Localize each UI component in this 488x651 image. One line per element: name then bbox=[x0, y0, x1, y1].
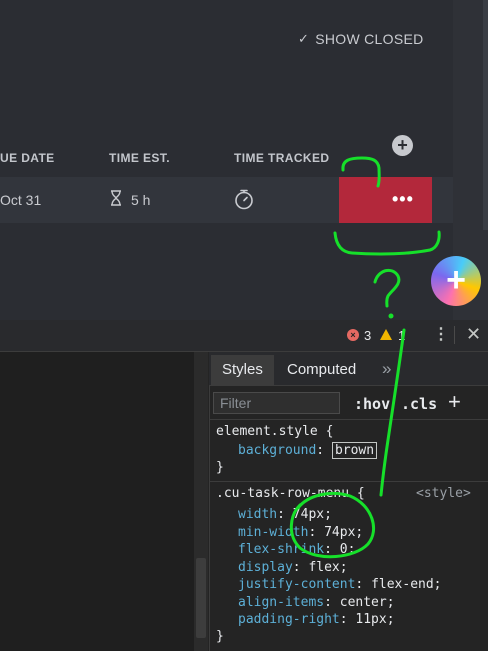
elements-pane[interactable] bbox=[0, 352, 208, 651]
rule-close: } bbox=[216, 629, 224, 644]
css-property[interactable]: background bbox=[238, 443, 316, 458]
tab-computed[interactable]: Computed bbox=[287, 361, 356, 378]
warning-icon[interactable] bbox=[380, 329, 392, 340]
css-property[interactable]: flex-shrink bbox=[238, 542, 324, 557]
plus-icon: + bbox=[446, 260, 466, 299]
css-declaration[interactable]: min-width: 74px; bbox=[238, 524, 363, 542]
due-date-cell[interactable]: Oct 31 bbox=[0, 192, 41, 208]
quick-create-button[interactable]: + bbox=[431, 256, 481, 306]
css-property[interactable]: justify-content bbox=[238, 577, 355, 592]
element-style-close: } bbox=[216, 460, 224, 475]
error-icon[interactable]: × bbox=[347, 329, 359, 341]
hourglass-icon bbox=[111, 190, 121, 206]
divider bbox=[209, 419, 488, 420]
css-declaration[interactable]: padding-right: 11px; bbox=[238, 611, 395, 629]
rule-source-link[interactable]: <style> bbox=[416, 486, 471, 501]
column-header-time-estimate[interactable]: TIME EST. bbox=[109, 151, 170, 165]
task-row-menu[interactable] bbox=[339, 177, 432, 223]
css-value[interactable]: 0; bbox=[340, 542, 356, 557]
css-value[interactable]: 11px; bbox=[355, 612, 394, 627]
divider bbox=[209, 481, 488, 482]
css-declaration[interactable]: width: 74px; bbox=[238, 506, 332, 524]
css-declaration[interactable]: flex-shrink: 0; bbox=[238, 541, 355, 559]
css-value-editor[interactable]: brown bbox=[331, 442, 378, 459]
kebab-menu-icon[interactable]: ⋮ bbox=[433, 325, 449, 345]
add-column-button[interactable]: + bbox=[392, 135, 413, 156]
css-value[interactable]: 74px; bbox=[324, 525, 363, 540]
class-toggle[interactable]: .cls bbox=[401, 395, 437, 413]
css-property[interactable]: align-items bbox=[238, 595, 324, 610]
column-header-time-tracked[interactable]: TIME TRACKED bbox=[234, 151, 329, 165]
hover-state-toggle[interactable]: :hov bbox=[354, 395, 390, 413]
css-declaration[interactable]: justify-content: flex-end; bbox=[238, 576, 442, 594]
css-value[interactable]: flex-end; bbox=[371, 577, 441, 592]
time-estimate-cell[interactable]: 5 h bbox=[131, 192, 150, 208]
css-value[interactable]: flex; bbox=[308, 560, 347, 575]
rule-selector[interactable]: .cu-task-row-menu { bbox=[216, 485, 365, 503]
warning-count[interactable]: 1 bbox=[398, 328, 405, 343]
devtools-toolbar: × 3 1 ⋮ ✕ bbox=[0, 320, 488, 352]
stopwatch-icon[interactable] bbox=[233, 188, 255, 210]
element-style-selector[interactable]: element.style { bbox=[216, 423, 333, 441]
css-value[interactable]: center; bbox=[340, 595, 395, 610]
element-style-declaration[interactable]: background: brown bbox=[238, 442, 378, 460]
css-property[interactable]: min-width bbox=[238, 525, 308, 540]
close-devtools-icon[interactable]: ✕ bbox=[466, 324, 481, 344]
column-header-due-date[interactable]: UE DATE bbox=[0, 151, 55, 165]
show-closed-label: SHOW CLOSED bbox=[315, 31, 424, 47]
more-options-icon[interactable]: ••• bbox=[392, 189, 414, 210]
styles-filter-input[interactable]: Filter bbox=[213, 392, 340, 414]
css-declaration[interactable]: align-items: center; bbox=[238, 594, 395, 612]
error-count[interactable]: 3 bbox=[364, 328, 371, 343]
elements-scroll-thumb[interactable] bbox=[196, 558, 206, 638]
css-property[interactable]: width bbox=[238, 507, 277, 522]
css-value[interactable]: 74px; bbox=[293, 507, 332, 522]
app-scrollbar[interactable] bbox=[483, 0, 488, 230]
tab-styles[interactable]: Styles bbox=[222, 361, 263, 378]
new-style-rule-button[interactable]: + bbox=[448, 391, 461, 413]
toolbar-divider bbox=[454, 326, 455, 344]
show-closed-toggle[interactable]: ✓ SHOW CLOSED bbox=[298, 31, 424, 47]
css-declaration[interactable]: display: flex; bbox=[238, 559, 348, 577]
css-property[interactable]: display bbox=[238, 560, 293, 575]
checkmark-icon: ✓ bbox=[298, 31, 310, 46]
more-tabs-icon[interactable]: » bbox=[382, 359, 391, 379]
css-property[interactable]: padding-right bbox=[238, 612, 340, 627]
